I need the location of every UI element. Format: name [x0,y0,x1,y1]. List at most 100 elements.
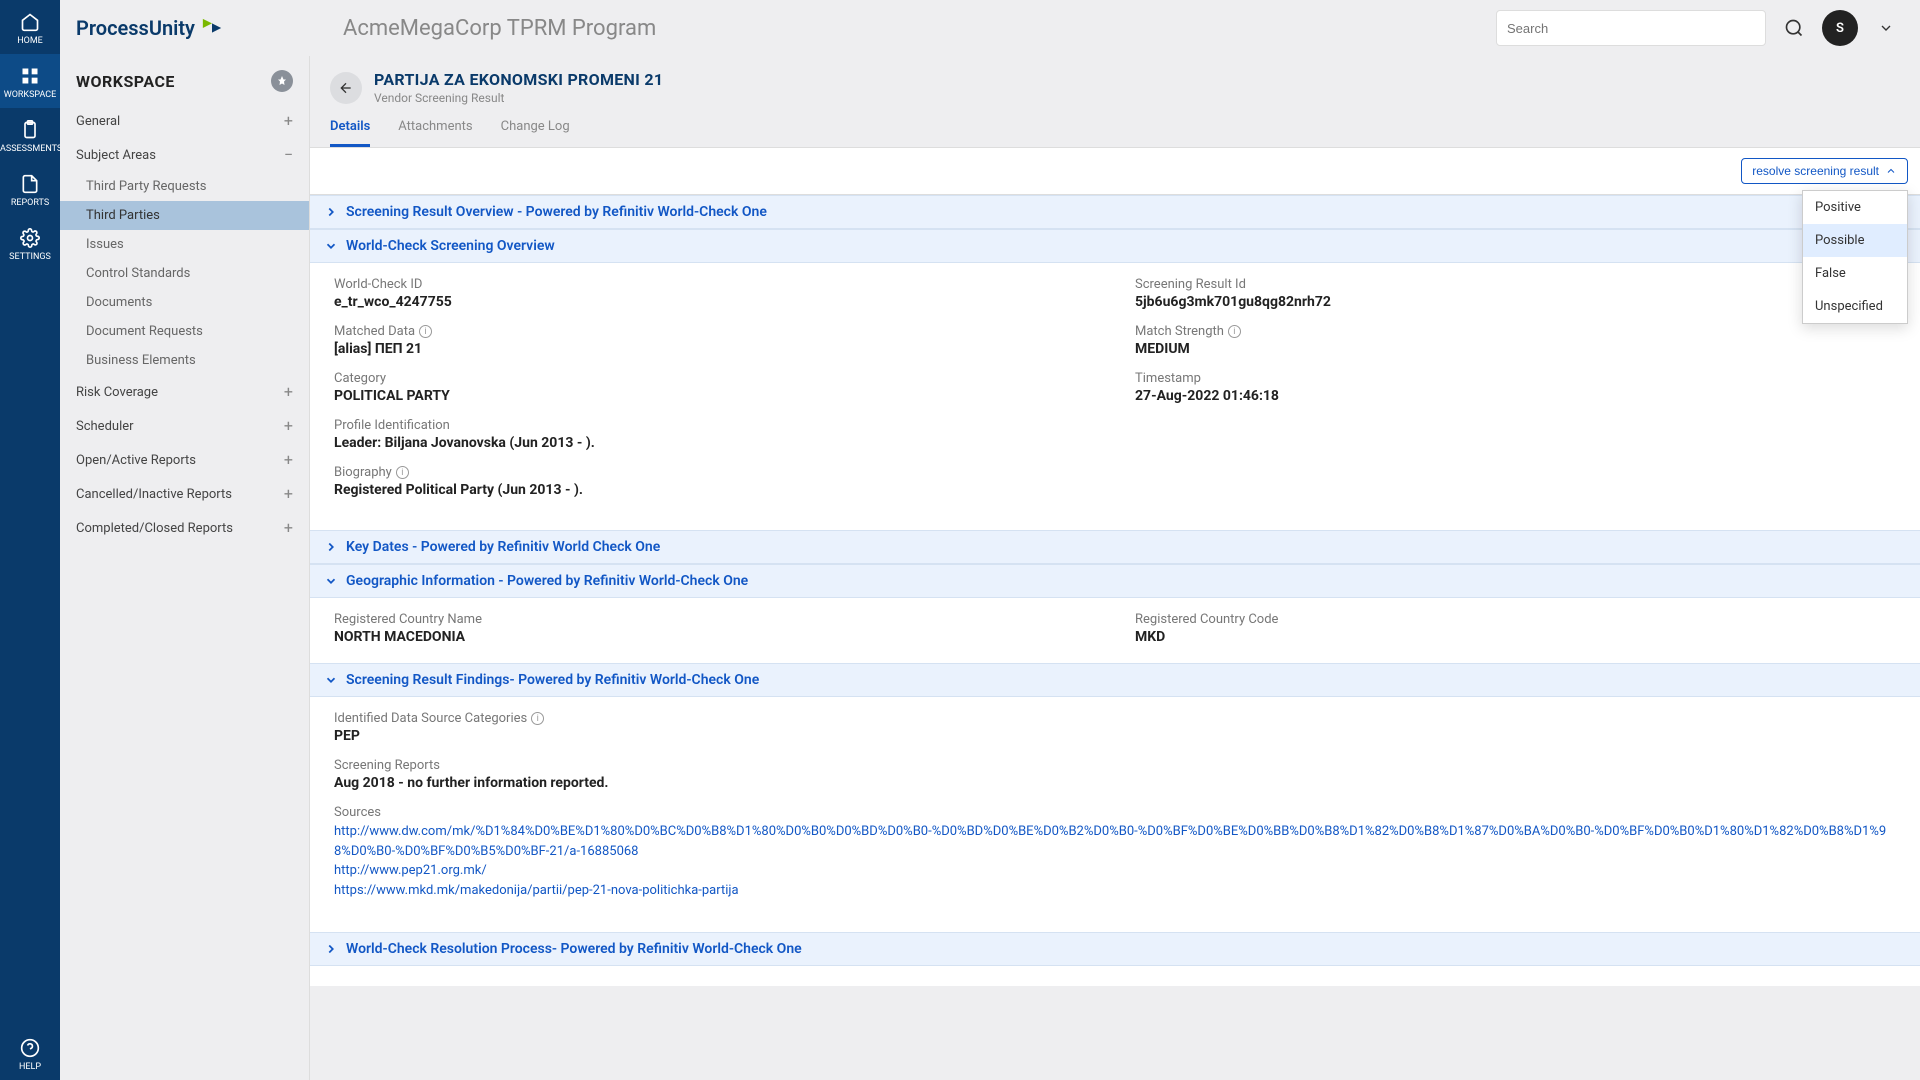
page-header: PARTIJA ZA EKONOMSKI PROMENI 21 Vendor S… [310,56,1920,105]
section-title: Screening Result Findings- Powered by Re… [346,672,759,688]
section-title: World-Check Resolution Process- Powered … [346,941,802,957]
header: ProcessUnity AcmeMegaCorp TPRM Program S [60,0,1920,56]
label-strength: Match Strengthi [1135,324,1896,339]
resolve-screening-button[interactable]: resolve screening result [1741,158,1908,184]
rail-help[interactable]: HELP [0,1026,60,1080]
sidebar-sub-issues[interactable]: Issues [60,230,309,259]
findings-body: Identified Data Source CategoriesiPEP Sc… [310,697,1920,932]
sidebar-label: Risk Coverage [76,385,158,400]
sidebar-risk[interactable]: Risk Coverage+ [60,375,309,409]
label-reports: Screening Reports [334,758,1896,773]
sidebar-open-reports[interactable]: Open/Active Reports+ [60,443,309,477]
pin-button[interactable] [271,70,293,92]
chevron-right-icon [324,205,338,219]
rail-settings-label: SETTINGS [9,252,51,262]
sidebar-label: Open/Active Reports [76,453,196,468]
help-icon [20,1038,40,1058]
chevron-down-icon [324,574,338,588]
sidebar-scheduler[interactable]: Scheduler + [60,409,309,443]
rail-home[interactable]: HOME [0,0,60,54]
tab-attachments[interactable]: Attachments [398,119,472,147]
section-geo[interactable]: Geographic Information - Powered by Refi… [310,564,1920,598]
rail-assessments-label: ASSESSMENTS [0,144,62,154]
section-title: Geographic Information - Powered by Refi… [346,573,748,589]
tab-changelog[interactable]: Change Log [501,119,570,147]
section-wc-overview[interactable]: World-Check Screening Overview [310,229,1920,263]
section-resolution[interactable]: World-Check Resolution Process- Powered … [310,932,1920,966]
main-content: PARTIJA ZA EKONOMSKI PROMENI 21 Vendor S… [310,56,1920,1080]
info-icon[interactable]: i [396,466,409,479]
gear-icon [20,228,40,248]
value-profile: Leader: Biljana Jovanovska (Jun 2013 - )… [334,435,1896,451]
label-country: Registered Country Name [334,612,1095,627]
expand-icon: + [284,418,293,434]
value-categories: PEP [334,728,1896,744]
info-icon[interactable]: i [1228,325,1241,338]
sidebar-label: Scheduler [76,419,134,434]
sidebar-label: Subject Areas [76,148,156,163]
dropdown-unspecified[interactable]: Unspecified [1803,290,1907,323]
expand-icon: + [284,520,293,536]
sidebar-sub-bizel[interactable]: Business Elements [60,346,309,375]
sidebar-general[interactable]: General+ [60,104,309,138]
rail-assessments[interactable]: ASSESSMENTS [0,108,60,162]
rail-home-label: HOME [17,36,43,46]
rail-workspace[interactable]: WORKSPACE [0,54,60,108]
label-wcid: World-Check ID [334,277,1095,292]
chevron-right-icon [324,540,338,554]
source-link-1[interactable]: http://www.dw.com/mk/%D1%84%D0%BE%D1%80%… [334,822,1896,861]
sidebar-sub-controls[interactable]: Control Standards [60,259,309,288]
sidebar-title-row: WORKSPACE [60,70,309,104]
dropdown-possible[interactable]: Possible [1803,224,1907,257]
source-link-3[interactable]: https://www.mkd.mk/makedonija/partii/pep… [334,881,1896,901]
chevron-right-icon [324,942,338,956]
search-button[interactable] [1776,10,1812,46]
resolve-dropdown: Positive Possible False Unspecified [1802,190,1908,324]
user-menu-toggle[interactable] [1868,10,1904,46]
back-button[interactable] [330,72,362,104]
value-country: NORTH MACEDONIA [334,629,1095,645]
sidebar-label: Cancelled/Inactive Reports [76,487,232,502]
value-timestamp: 27-Aug-2022 01:46:18 [1135,388,1896,404]
rail-reports[interactable]: REPORTS [0,162,60,216]
sidebar-sub-docreq[interactable]: Document Requests [60,317,309,346]
search-input[interactable] [1496,10,1766,46]
section-keydates[interactable]: Key Dates - Powered by Refinitiv World C… [310,530,1920,564]
label-bio: Biographyi [334,465,1896,480]
expand-icon: + [284,486,293,502]
rail-workspace-label: WORKSPACE [4,90,57,100]
avatar[interactable]: S [1822,10,1858,46]
tab-details[interactable]: Details [330,119,370,147]
logo[interactable]: ProcessUnity [76,16,223,40]
label-matched: Matched Datai [334,324,1095,339]
sidebar-sub-tpr[interactable]: Third Party Requests [60,172,309,201]
sidebar-subject-areas[interactable]: Subject Areas− [60,138,309,172]
section-title: Key Dates - Powered by Refinitiv World C… [346,539,660,555]
info-icon[interactable]: i [531,712,544,725]
expand-icon: + [284,113,293,129]
clipboard-icon [20,120,40,140]
resolve-label: resolve screening result [1752,164,1879,178]
chevron-down-icon [324,239,338,253]
rail-settings[interactable]: SETTINGS [0,216,60,270]
sidebar-sub-docs[interactable]: Documents [60,288,309,317]
sidebar-completed-reports[interactable]: Completed/Closed Reports+ [60,511,309,545]
section-findings[interactable]: Screening Result Findings- Powered by Re… [310,663,1920,697]
program-title: AcmeMegaCorp TPRM Program [343,16,656,41]
source-link-2[interactable]: http://www.pep21.org.mk/ [334,861,1896,881]
sidebar-cancelled-reports[interactable]: Cancelled/Inactive Reports + [60,477,309,511]
info-icon[interactable]: i [419,325,432,338]
chevron-down-icon [324,673,338,687]
section-title: World-Check Screening Overview [346,238,555,254]
label-code: Registered Country Code [1135,612,1896,627]
chevron-down-icon [1878,20,1894,36]
dropdown-positive[interactable]: Positive [1803,191,1907,224]
arrow-left-icon [338,80,354,96]
sidebar-sub-tp[interactable]: Third Parties [60,201,309,230]
dropdown-false[interactable]: False [1803,257,1907,290]
logo-text: ProcessUnity [76,16,195,40]
tabs: Details Attachments Change Log [310,105,1920,148]
section-overview[interactable]: Screening Result Overview - Powered by R… [310,195,1920,229]
section-title: Screening Result Overview - Powered by R… [346,204,767,220]
logo-mark-icon [201,17,223,39]
